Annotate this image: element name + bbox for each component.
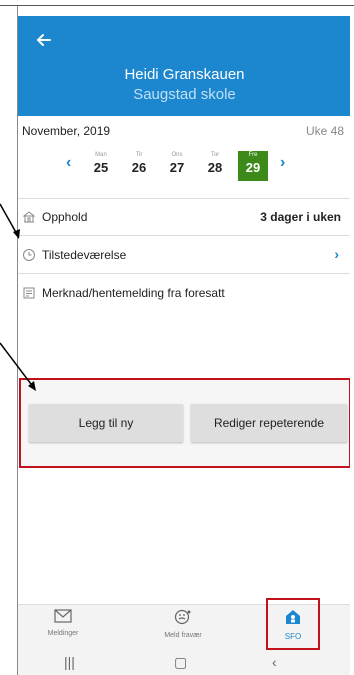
next-week-icon[interactable]: ›: [280, 154, 285, 172]
edit-repeating-button[interactable]: Rediger repeterende: [191, 404, 347, 442]
row-merknad[interactable]: Merknad/hentemelding fra foresatt: [18, 274, 350, 310]
day-monday[interactable]: Man 25: [86, 151, 116, 181]
day-tuesday[interactable]: Tir 26: [124, 151, 154, 181]
note-icon: [23, 287, 35, 299]
screenshot-frame: Heidi Granskauen Saugstad skole November…: [0, 0, 354, 675]
day-date: 29: [245, 160, 261, 175]
merknad-label: Merknad/hentemelding fra foresatt: [42, 286, 225, 300]
tab-meld-fravaer[interactable]: Meld fravær: [138, 609, 228, 639]
chevron-right-icon: ›: [334, 246, 339, 262]
tilstedevaerelse-label: Tilstedeværelse: [42, 248, 127, 262]
day-date: 26: [131, 160, 147, 175]
month-label: November, 2019: [22, 124, 111, 138]
day-name: Ons: [171, 152, 183, 158]
sfo-tab-highlight: [266, 598, 320, 650]
student-name: Heidi Granskauen: [124, 66, 245, 83]
row-opphold: Opphold 3 dager i uken: [18, 199, 350, 236]
day-thursday[interactable]: Tor 28: [200, 151, 230, 181]
day-date: 28: [207, 160, 223, 175]
building-icon: [22, 211, 36, 223]
back-icon[interactable]: ‹: [272, 654, 277, 670]
android-nav-bar: ||| ▢ ‹: [18, 650, 350, 675]
day-date: 27: [169, 160, 185, 175]
app-header: Heidi Granskauen Saugstad skole: [18, 16, 350, 116]
home-icon[interactable]: ▢: [174, 654, 187, 671]
recent-apps-icon[interactable]: |||: [64, 654, 75, 670]
school-name: Saugstad skole: [133, 86, 236, 103]
tab-label: Meld fravær: [164, 632, 202, 639]
day-name: Tor: [210, 152, 220, 158]
day-name: Man: [95, 152, 107, 158]
day-date: 25: [93, 160, 109, 175]
day-name: Fre: [248, 152, 258, 158]
tab-label: Meldinger: [47, 630, 79, 637]
action-buttons-highlight: Legg til ny Rediger repeterende: [19, 378, 350, 468]
phone-screen: Heidi Granskauen Saugstad skole November…: [17, 6, 350, 675]
week-label: Uke 48: [305, 124, 344, 138]
day-wednesday[interactable]: Ons 27: [162, 151, 192, 181]
envelope-icon: [54, 609, 72, 623]
day-name: Tir: [135, 152, 143, 158]
previous-week-icon[interactable]: ‹: [66, 154, 71, 172]
add-new-button[interactable]: Legg til ny: [29, 404, 183, 442]
tab-meldinger[interactable]: Meldinger: [18, 609, 108, 637]
row-tilstedevaerelse[interactable]: Tilstedeværelse ›: [18, 236, 350, 274]
clock-icon: [23, 249, 35, 261]
day-friday-selected[interactable]: Fre 29: [238, 151, 268, 181]
opphold-label: Opphold: [42, 210, 88, 224]
opphold-value: 3 dager i uken: [260, 210, 341, 224]
back-arrow-icon[interactable]: [34, 30, 54, 50]
sick-face-icon: [174, 609, 191, 625]
